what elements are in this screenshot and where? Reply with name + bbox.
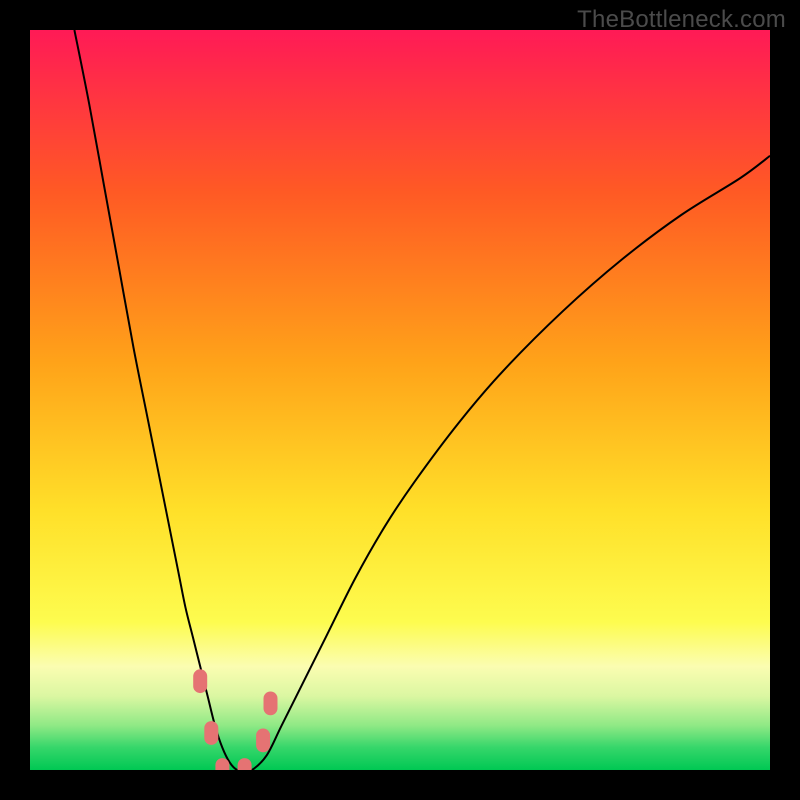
chart-frame: TheBottleneck.com: [0, 0, 800, 800]
bottleneck-curve: [74, 30, 770, 770]
left-dot-1: [193, 669, 207, 693]
left-dot-2: [204, 721, 218, 745]
plot-area: [30, 30, 770, 770]
bottom-dot-2: [238, 758, 252, 770]
watermark-text: TheBottleneck.com: [577, 6, 786, 34]
right-dot-1: [256, 729, 270, 753]
right-dot-2: [264, 692, 278, 716]
curve-layer: [30, 30, 770, 770]
